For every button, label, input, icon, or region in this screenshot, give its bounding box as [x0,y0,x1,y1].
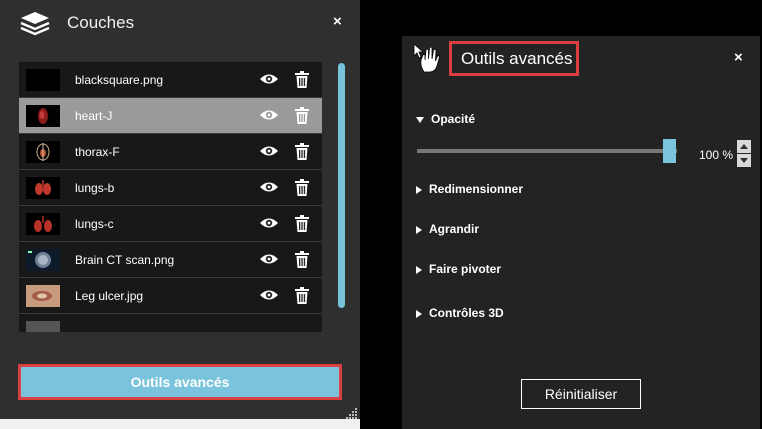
layers-icon [19,10,51,43]
stepper-up-icon[interactable] [737,140,751,153]
layer-thumbnail [26,177,60,199]
rotate-section-toggle[interactable]: Faire pivoter [416,262,501,276]
opacity-section-toggle[interactable]: Opacité [416,112,475,126]
trash-icon[interactable] [295,71,309,93]
eye-icon[interactable] [259,144,279,163]
layer-name: Leg ulcer.jpg [75,289,144,303]
opacity-stepper[interactable] [737,140,751,168]
expand-triangle-icon [416,265,422,274]
layer-name: lungs-c [75,217,114,231]
layer-thumbnail [26,141,60,163]
opacity-slider-handle[interactable] [663,139,676,163]
section-label: Contrôles 3D [429,306,504,320]
layers-panel-title: Couches [67,13,135,32]
trash-icon[interactable] [295,215,309,237]
zoom-section-toggle[interactable]: Agrandir [416,222,479,236]
layers-close-icon[interactable]: × [333,13,342,30]
layer-thumbnail [26,69,60,91]
layer-thumbnail [26,105,60,127]
trash-icon[interactable] [295,251,309,273]
eye-icon[interactable] [259,216,279,235]
trash-icon[interactable] [295,143,309,165]
bottom-strip [0,419,360,429]
trash-icon[interactable] [295,179,309,201]
eye-icon[interactable] [259,72,279,91]
expand-triangle-icon [416,309,422,318]
layer-row[interactable]: Leg ulcer.jpg [19,278,322,314]
layer-row-partial[interactable] [19,314,322,332]
layers-panel-header: Couches × [0,0,360,48]
layer-row[interactable]: lungs-c [19,206,322,242]
cursor-hand-icon [412,42,442,79]
opacity-slider-track[interactable] [417,149,677,153]
section-label: Redimensionner [429,182,524,196]
layer-thumbnail [26,285,60,307]
layer-list: blacksquare.png heart-J thorax-F lungs-b… [19,62,322,332]
eye-icon[interactable] [259,180,279,199]
layer-thumbnail [26,321,60,332]
expand-triangle-icon [416,225,422,234]
layer-name: lungs-b [75,181,115,195]
stepper-down-icon[interactable] [737,154,751,167]
section-label: Agrandir [429,222,480,236]
resize-section-toggle[interactable]: Redimensionner [416,182,523,196]
trash-icon[interactable] [295,107,309,129]
layer-row[interactable]: blacksquare.png [19,62,322,98]
layer-name: blacksquare.png [75,73,164,87]
eye-icon[interactable] [259,108,279,127]
advanced-tools-button[interactable]: Outils avancés [18,364,342,400]
advanced-tools-title: Outils avancés [449,41,579,76]
layer-row[interactable]: Brain CT scan.png [19,242,322,278]
layer-thumbnail [26,249,60,271]
layers-scrollbar[interactable] [338,63,345,308]
layer-name: thorax-F [75,145,120,159]
resize-grip-icon[interactable] [346,406,358,419]
layer-name: Brain CT scan.png [75,253,175,267]
advanced-tools-panel: Outils avancés × Opacité 100 % Redimensi… [402,36,760,429]
eye-icon[interactable] [259,252,279,271]
layer-row[interactable]: heart-J [19,98,322,134]
eye-icon[interactable] [259,288,279,307]
layer-row[interactable]: thorax-F [19,134,322,170]
controls-3d-section-toggle[interactable]: Contrôles 3D [416,306,504,320]
layer-row[interactable]: lungs-b [19,170,322,206]
section-label: Faire pivoter [429,262,502,276]
layer-thumbnail [26,213,60,235]
expand-triangle-icon [416,185,422,194]
layers-panel: Couches × blacksquare.png heart-J thorax… [0,0,360,419]
collapse-triangle-icon [416,116,424,123]
layer-name: heart-J [75,109,113,123]
tools-close-icon[interactable]: × [734,49,743,66]
trash-icon[interactable] [295,287,309,309]
opacity-value: 100 % [699,148,734,162]
opacity-label: Opacité [431,112,476,126]
reset-button[interactable]: Réinitialiser [521,379,641,409]
